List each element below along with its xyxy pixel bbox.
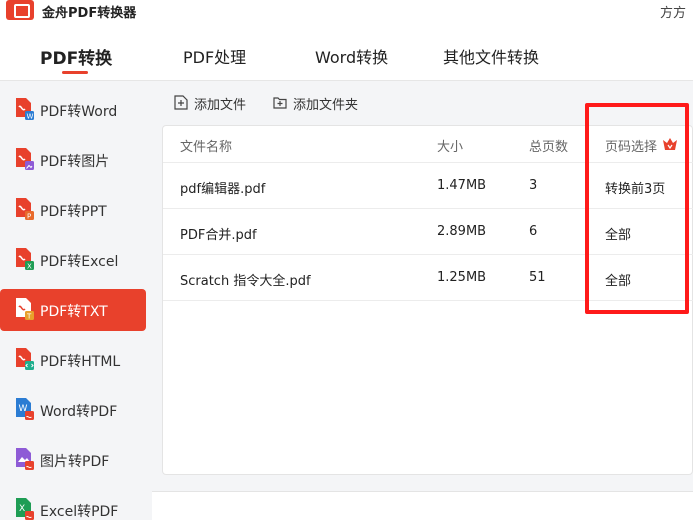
sidebar: W PDF转Word PDF转图片 P PDF转PPT X PDF转Excel … [0, 81, 152, 520]
page-count-cell: 3 [529, 178, 538, 193]
svg-text:W: W [27, 113, 34, 121]
svg-text:P: P [27, 213, 31, 221]
active-tab-underline [62, 71, 88, 74]
page-select-highlight-box [585, 103, 689, 314]
sidebar-item-pdf-to-image[interactable]: PDF转图片 [0, 139, 146, 181]
pdf-to-html-icon [16, 348, 34, 370]
user-name[interactable]: 方方 [660, 2, 686, 21]
sidebar-item-pdf-to-excel[interactable]: X PDF转Excel [0, 239, 146, 281]
sidebar-item-label: PDF转HTML [40, 354, 121, 370]
column-header-size: 大小 [437, 140, 464, 155]
sidebar-item-label: Word转PDF [40, 404, 118, 420]
add-file-label: 添加文件 [194, 98, 247, 113]
pdf-to-word-icon: W [16, 98, 34, 121]
bottom-panel [152, 491, 693, 520]
app-logo-icon [6, 0, 34, 20]
file-size-cell: 2.89MB [437, 224, 487, 239]
sidebar-item-pdf-to-ppt[interactable]: P PDF转PPT [0, 189, 146, 231]
sidebar-item-excel-to-pdf[interactable]: X Excel转PDF [0, 489, 146, 531]
sidebar-item-label: PDF转PPT [40, 204, 107, 220]
file-size-cell: 1.25MB [437, 270, 487, 285]
file-size-cell: 1.47MB [437, 178, 487, 193]
column-header-pages: 总页数 [529, 140, 569, 155]
add-folder-label: 添加文件夹 [293, 98, 359, 113]
sidebar-item-label: Excel转PDF [40, 504, 119, 520]
pdf-to-excel-icon: X [16, 248, 34, 271]
sidebar-item-label: 图片转PDF [40, 454, 110, 470]
app-title: 金舟PDF转换器 [42, 6, 137, 21]
image-to-pdf-icon [16, 448, 34, 470]
column-header-name: 文件名称 [180, 140, 233, 155]
page-count-cell: 51 [529, 270, 546, 285]
page-count-cell: 6 [529, 224, 538, 239]
file-name-cell: Scratch 指令大全.pdf [180, 274, 311, 289]
sidebar-item-pdf-to-txt[interactable]: T PDF转TXT [0, 289, 146, 331]
word-to-pdf-icon: W [16, 398, 34, 420]
top-navigation: PDF转换 PDF处理 Word转换 其他文件转换 [0, 30, 693, 80]
add-folder-icon [273, 97, 287, 109]
tab-word-convert[interactable]: Word转换 [315, 44, 388, 68]
svg-text:X: X [27, 263, 32, 271]
sidebar-item-label: PDF转Word [40, 104, 118, 120]
file-name-cell: pdf编辑器.pdf [180, 182, 266, 197]
pdf-to-ppt-icon: P [16, 198, 34, 221]
tab-pdf-convert[interactable]: PDF转换 [40, 44, 112, 69]
sidebar-item-word-to-pdf[interactable]: W Word转PDF [0, 389, 146, 431]
file-name-cell: PDF合并.pdf [180, 228, 257, 243]
sidebar-item-label: PDF转图片 [40, 154, 110, 170]
svg-text:X: X [19, 504, 25, 514]
pdf-to-image-icon [16, 148, 34, 170]
title-bar: 金舟PDF转换器 方方 [0, 0, 693, 24]
svg-text:T: T [26, 313, 32, 321]
sidebar-item-image-to-pdf[interactable]: 图片转PDF [0, 439, 146, 481]
sidebar-item-pdf-to-html[interactable]: PDF转HTML [0, 339, 146, 381]
sidebar-item-label: PDF转Excel [40, 254, 119, 270]
sidebar-item-pdf-to-word[interactable]: W PDF转Word [0, 89, 146, 131]
excel-to-pdf-icon: X [16, 498, 34, 520]
add-file-icon [174, 95, 188, 110]
tab-pdf-process[interactable]: PDF处理 [183, 44, 246, 68]
pdf-to-txt-icon: T [16, 298, 34, 321]
tab-other-convert[interactable]: 其他文件转换 [443, 44, 539, 68]
sidebar-item-label: PDF转TXT [40, 304, 108, 320]
